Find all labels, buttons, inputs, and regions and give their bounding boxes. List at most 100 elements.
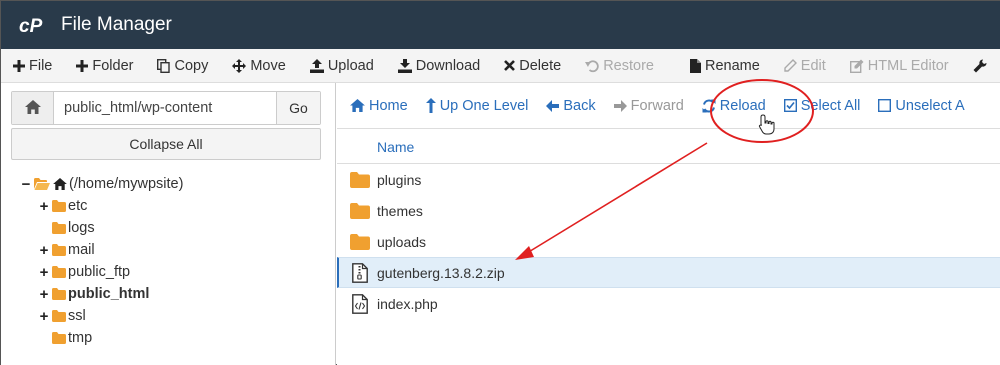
arrow-right-icon [613,99,627,112]
edit-box-icon [849,59,864,73]
go-button[interactable]: Go [276,92,320,124]
move-button[interactable]: Move [220,49,297,82]
expand-icon[interactable]: + [37,264,51,281]
home-button[interactable]: Home [341,83,417,128]
pencil-icon [784,59,797,72]
zip-file-icon [343,262,377,283]
forward-label: Forward [630,97,684,114]
html-editor-label: HTML Editor [867,57,949,74]
navigation-bar: Home Up One Level Back Forward Reload Select … [337,83,1000,129]
rename-button[interactable]: Rename [678,49,772,82]
folder-icon [52,310,66,322]
tree-item-tmp[interactable]: tmp [19,327,183,349]
home-label: Home [369,97,408,114]
table-row[interactable]: gutenberg.13.8.2.zip [337,257,1000,288]
checkbox-checked-icon [783,99,797,112]
move-label: Move [250,57,286,74]
table-row[interactable]: uploads [337,226,1000,257]
upload-button[interactable]: Upload [298,49,386,82]
folder-label: Folder [92,57,134,74]
tree-item-label: logs [68,220,95,236]
tree-item-label: etc [68,198,88,214]
restore-button[interactable]: Restore [573,49,666,82]
tree-item-home-mywpsite[interactable]: − (/home/mywpsite) [19,173,184,195]
expand-icon[interactable]: + [37,308,51,325]
expand-icon[interactable]: + [37,198,51,215]
folder-icon [343,171,377,188]
path-input[interactable] [54,92,276,124]
expand-icon[interactable]: + [37,286,51,303]
tree-item-mail[interactable]: + mail [19,239,183,261]
upload-icon [309,58,324,73]
reload-label: Reload [719,97,766,114]
tree-item-public-ftp[interactable]: + public_ftp [19,261,183,283]
directory-panel: Go Collapse All − (/home/mywpsite) + etc log… [1,83,336,365]
move-icon [232,58,247,73]
cpanel-logo-icon: cP [19,14,47,36]
path-home-button[interactable] [12,92,54,124]
delete-label: Delete [519,57,562,74]
table-row[interactable]: themes [337,195,1000,226]
code-file-icon [343,293,377,314]
html-editor-button[interactable]: HTML Editor [838,49,961,82]
folder-icon [343,233,377,250]
toolbar: File Folder Copy Move Upload Download Delete Re… [1,49,1000,83]
edit-button[interactable]: Edit [772,49,838,82]
file-icon [689,58,701,73]
app-title: File Manager [61,14,172,35]
home-icon [53,178,67,190]
reload-button[interactable]: Reload [693,83,775,128]
refresh-icon [702,99,716,113]
expand-icon[interactable]: + [37,242,51,259]
download-button[interactable]: Download [386,49,493,82]
back-label: Back [563,97,596,114]
tree-item-label: ssl [68,308,86,324]
arrow-up-icon [425,98,436,113]
home-icon [24,99,41,117]
file-name: gutenberg.13.8.2.zip [377,264,505,281]
folder-icon [343,202,377,219]
plus-icon [76,59,89,72]
download-icon [397,58,412,73]
settings-button[interactable] [961,49,1000,82]
folder-icon [52,266,66,278]
folder-open-icon [34,178,50,190]
tree-item-label: mail [68,242,95,258]
tree-item-label: public_ftp [68,264,131,280]
select-all-label: Select All [800,97,861,114]
table-row[interactable]: index.php [337,288,1000,319]
column-header-name[interactable]: Name [337,130,1000,164]
checkbox-empty-icon [878,99,892,112]
file-button[interactable]: File [1,49,64,82]
unselect-a-button[interactable]: Unselect A [869,83,973,128]
tree-item-label: public_html [68,286,150,302]
home-icon [350,99,365,112]
copy-label: Copy [174,57,209,74]
file-label: File [29,57,53,74]
file-table: Name plugins themes uploads gutenberg.13.8.… [337,130,1000,319]
delete-button[interactable]: Delete [492,49,573,82]
restore-label: Restore [603,57,654,74]
unselect-a-label: Unselect A [895,97,965,114]
copy-button[interactable]: Copy [145,49,220,82]
collapse-all-button[interactable]: Collapse All [11,128,321,160]
tree-item-etc[interactable]: + etc [19,195,183,217]
arrow-left-icon [546,99,560,112]
wrench-icon [973,58,987,73]
table-row[interactable]: plugins [337,164,1000,195]
tree-item-ssl[interactable]: + ssl [19,305,183,327]
select-all-button[interactable]: Select All [775,83,870,128]
copy-icon [157,58,171,73]
download-label: Download [415,57,481,74]
collapse-icon[interactable]: − [19,176,33,193]
back-button[interactable]: Back [537,83,604,128]
folder-button[interactable]: Folder [64,49,145,82]
edit-label: Edit [800,57,826,74]
tree-item-logs[interactable]: logs [19,217,183,239]
tree-item-public-html[interactable]: + public_html [19,283,183,305]
forward-button[interactable]: Forward [605,83,693,128]
file-name: uploads [377,233,427,250]
up-one-level-button[interactable]: Up One Level [417,83,538,128]
tree-item-label: tmp [68,330,93,346]
path-bar: Go [11,91,321,125]
